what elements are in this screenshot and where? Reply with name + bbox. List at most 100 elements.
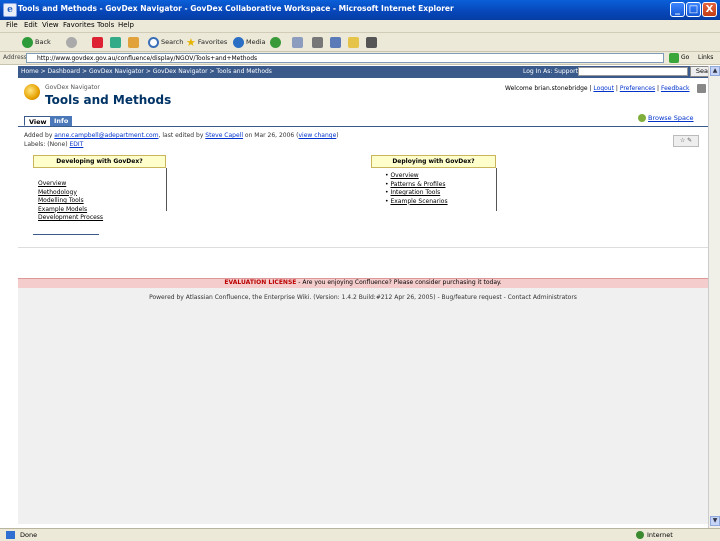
links-button[interactable]: Links bbox=[698, 54, 713, 61]
browse-space-link[interactable]: Browse Space bbox=[648, 114, 694, 122]
close-button[interactable]: X bbox=[702, 2, 717, 17]
scroll-down-icon[interactable]: ▼ bbox=[710, 516, 720, 526]
title-bar: e Tools and Methods - GovDex Navigator -… bbox=[0, 0, 720, 20]
page-meta: Added by anne.campbell@adepartment.com, … bbox=[24, 132, 339, 139]
research-icon bbox=[366, 36, 377, 48]
right-link-example-scenarios[interactable]: Example Scenarios bbox=[390, 198, 447, 205]
address-input[interactable]: http://www.govdex.gov.au/confluence/disp… bbox=[26, 53, 664, 63]
star-icon: ★ bbox=[186, 35, 196, 49]
login-status: Log In As: Support bbox=[523, 68, 578, 75]
mail-icon bbox=[292, 36, 303, 48]
go-button[interactable]: Go bbox=[681, 54, 689, 61]
logout-link[interactable]: Logout bbox=[593, 85, 614, 92]
print-icon bbox=[312, 36, 323, 48]
refresh-button[interactable] bbox=[110, 35, 123, 49]
stop-icon bbox=[92, 36, 103, 48]
back-button[interactable]: Back bbox=[22, 35, 51, 49]
eval-message: - Are you enjoying Confluence? Please co… bbox=[296, 279, 502, 286]
print-button[interactable] bbox=[312, 35, 325, 49]
toolbar: Back Search ★ Favorites Media bbox=[0, 33, 720, 52]
right-link-patterns-profiles[interactable]: Patterns & Profiles bbox=[390, 181, 445, 188]
go-arrow-icon[interactable] bbox=[669, 53, 679, 63]
address-label: Address bbox=[3, 54, 27, 61]
footer-text: Powered by Atlassian Confluence, the Ent… bbox=[149, 294, 577, 301]
folder-icon bbox=[348, 36, 359, 48]
menu-tools[interactable]: Tools bbox=[97, 21, 114, 29]
menu-view[interactable]: View bbox=[42, 21, 59, 29]
history-button[interactable] bbox=[270, 35, 283, 49]
site-header: Home > Dashboard > GovDex Navigator > Go… bbox=[18, 66, 720, 78]
status-text: Done bbox=[20, 531, 38, 539]
home-icon bbox=[128, 36, 139, 48]
forward-arrow-icon bbox=[66, 36, 77, 48]
footer-area bbox=[18, 288, 708, 524]
media-button[interactable]: Media bbox=[233, 35, 266, 49]
security-zone: Internet bbox=[647, 531, 673, 539]
edit-icon bbox=[330, 36, 341, 48]
left-panel-heading: Developing with GovDex? bbox=[33, 155, 166, 168]
window-title: Tools and Methods - GovDex Navigator - G… bbox=[18, 4, 454, 13]
menu-file[interactable]: File bbox=[6, 21, 18, 29]
search-icon bbox=[148, 36, 159, 48]
right-panel-heading: Deploying with GovDex? bbox=[371, 155, 496, 168]
page-title: Tools and Methods bbox=[45, 93, 172, 107]
mail-button[interactable] bbox=[292, 35, 305, 49]
content-divider bbox=[18, 247, 708, 248]
page-operations-icons[interactable]: ☆ ✎ bbox=[673, 135, 699, 147]
preferences-link[interactable]: Preferences bbox=[620, 85, 655, 92]
edit-button[interactable] bbox=[330, 35, 343, 49]
page-status-icon bbox=[6, 531, 15, 539]
space-logo-icon bbox=[24, 84, 40, 100]
left-link-modelling-tools[interactable]: Modelling Tools bbox=[38, 197, 84, 204]
right-link-overview[interactable]: Overview bbox=[390, 172, 418, 179]
left-panel-list: Overview Methodology Modelling Tools Exa… bbox=[38, 180, 103, 223]
menu-edit[interactable]: Edit bbox=[24, 21, 38, 29]
left-link-methodology[interactable]: Methodology bbox=[38, 189, 77, 196]
menu-favorites[interactable]: Favorites bbox=[63, 21, 95, 29]
breadcrumb[interactable]: Home > Dashboard > GovDex Navigator > Go… bbox=[21, 68, 272, 75]
user-links: Welcome brian.stonebridge | Logout | Pre… bbox=[505, 85, 690, 92]
ie-icon: e bbox=[3, 3, 17, 17]
welcome-text: Welcome brian.stonebridge | bbox=[505, 85, 594, 92]
space-name[interactable]: GovDex Navigator bbox=[45, 84, 100, 91]
feedback-link[interactable]: Feedback bbox=[661, 85, 690, 92]
internet-zone-icon bbox=[636, 531, 644, 539]
edit-labels-link[interactable]: EDIT bbox=[69, 141, 83, 148]
tab-info[interactable]: Info bbox=[50, 116, 73, 126]
author-link[interactable]: anne.campbell@adepartment.com bbox=[54, 132, 158, 139]
page-labels: Labels: (None) EDIT bbox=[24, 141, 84, 148]
left-link-example-models[interactable]: Example Models bbox=[38, 206, 87, 213]
history-icon bbox=[270, 36, 281, 48]
tab-view[interactable]: View bbox=[24, 116, 52, 126]
status-bar: Done Internet bbox=[0, 528, 720, 541]
search-button[interactable]: Search bbox=[148, 35, 183, 49]
scroll-up-icon[interactable]: ▲ bbox=[710, 66, 720, 76]
minimize-button[interactable]: _ bbox=[670, 2, 685, 17]
left-link-overview[interactable]: Overview bbox=[38, 180, 66, 187]
favorites-button[interactable]: ★ Favorites bbox=[186, 35, 227, 49]
print-icon[interactable] bbox=[697, 84, 706, 93]
maximize-button[interactable]: □ bbox=[686, 2, 701, 17]
left-link-development-process[interactable]: Development Process bbox=[38, 214, 103, 221]
home-button[interactable] bbox=[128, 35, 141, 49]
media-icon bbox=[233, 36, 244, 48]
forward-button[interactable] bbox=[66, 35, 79, 49]
menu-help[interactable]: Help bbox=[118, 21, 134, 29]
address-bar: Address http://www.govdex.gov.au/conflue… bbox=[0, 52, 720, 65]
search-input[interactable] bbox=[578, 67, 688, 76]
right-panel-list: • Overview • Patterns & Profiles • Integ… bbox=[385, 172, 448, 205]
menu-bar: File Edit View Favorites Tools Help bbox=[0, 20, 720, 33]
research-button[interactable] bbox=[366, 35, 379, 49]
browse-space-icon bbox=[638, 114, 646, 122]
right-link-integration-tools[interactable]: Integration Tools bbox=[390, 189, 440, 196]
page-gutter bbox=[0, 66, 18, 528]
view-change-link[interactable]: view change bbox=[298, 132, 336, 139]
eval-license-label: EVALUATION LICENSE bbox=[224, 279, 297, 286]
refresh-icon bbox=[110, 36, 121, 48]
left-panel-divider bbox=[33, 234, 99, 235]
vertical-scrollbar[interactable]: ▲ ▼ bbox=[708, 66, 720, 528]
stop-button[interactable] bbox=[92, 35, 105, 49]
editor-link[interactable]: Steve Capell bbox=[205, 132, 243, 139]
tab-bar: View Info bbox=[18, 114, 708, 127]
folder-button[interactable] bbox=[348, 35, 361, 49]
